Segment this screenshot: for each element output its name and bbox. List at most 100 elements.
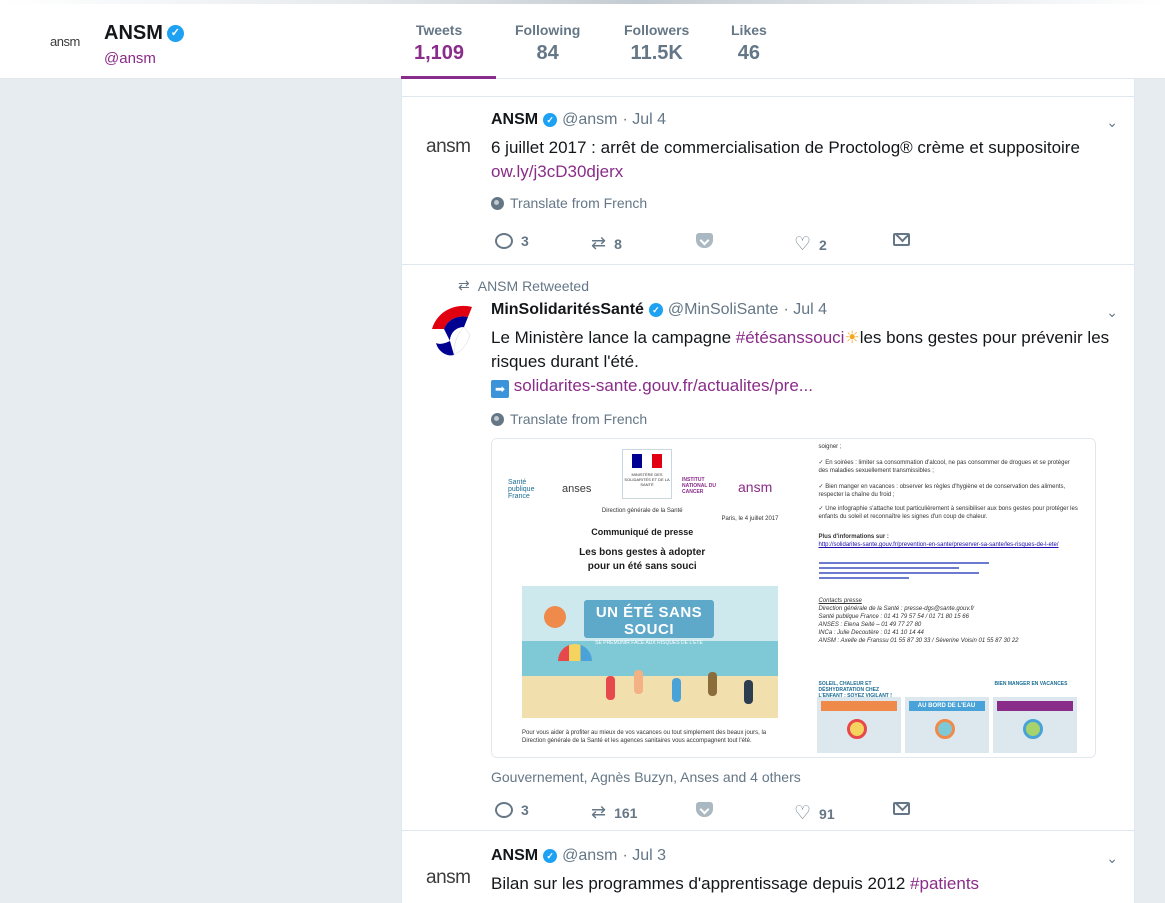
- sun-emoji-icon: ☀: [844, 328, 860, 347]
- sun-icon: [544, 606, 566, 628]
- logo-ministere: MINISTÈRE DES SOLIDARITÉS ET DE LA SANTÉ: [622, 449, 672, 499]
- tweet-text: Le Ministère lance la campagne #étésanss…: [491, 326, 1121, 398]
- like-button[interactable]: ♡ 2: [794, 233, 827, 256]
- heart-icon: ♡: [794, 234, 812, 255]
- verified-badge-icon: ✓: [543, 849, 558, 863]
- beach-person-icon: [708, 672, 717, 696]
- thumbnail-heading: BIEN MANGER EN VACANCES: [992, 679, 1077, 697]
- tweet-header: ANSM ✓ @ansm · Jul 3: [491, 847, 666, 865]
- contact-inca: INCa : Julie Decoutère : 01 41 10 14 44: [818, 630, 924, 636]
- more-info-link[interactable]: http://solidarites-sante.gouv.fr/prevent…: [819, 541, 1081, 549]
- bullet-evenings-text: En soirées : limiter sa consommation d'a…: [818, 460, 1070, 474]
- reply-button[interactable]: 3: [495, 802, 529, 818]
- tweet-avatar-text: ansm: [426, 136, 471, 157]
- thumbnail-illustration: [934, 719, 955, 739]
- tweet-avatar[interactable]: ansm: [426, 867, 471, 889]
- infographic-thumbnail: BIEN MANGER EN VACANCES: [992, 679, 1077, 753]
- like-button[interactable]: ♡ 91: [794, 802, 835, 825]
- more-info-links: [818, 559, 1019, 582]
- translate-button[interactable]: Translate from French: [491, 411, 647, 427]
- retweet-button[interactable]: ⇄ 8: [591, 233, 622, 254]
- chevron-down-icon[interactable]: ⌄: [1106, 304, 1118, 321]
- poster-subtitle: SE PRÉMUNIR FACE AUX RISQUES DE L'ÉTÉ: [595, 640, 703, 646]
- profile-nav-bar: ansm ANSM ✓ @ansm Tweets 1,109 Following…: [0, 0, 1165, 79]
- logo-ministere-text: MINISTÈRE DES SOLIDARITÉS ET DE LA SANTÉ: [624, 472, 670, 487]
- retweet-count: 8: [614, 235, 622, 252]
- tweet-author-handle[interactable]: @ansm: [562, 111, 617, 129]
- profile-handle: @ansm: [104, 50, 156, 67]
- pocket-button[interactable]: [696, 802, 713, 817]
- tweet-author-name[interactable]: ANSM: [491, 111, 538, 129]
- beach-person-icon: [672, 678, 681, 702]
- tweet-actions: 3 ⇄ 8 ♡ 2: [491, 233, 911, 255]
- retweet-count: 161: [614, 804, 638, 821]
- tweet-link[interactable]: solidarites-sante.gouv.fr/actualites/pre…: [514, 376, 813, 395]
- reply-icon: [495, 233, 513, 249]
- direct-message-button[interactable]: [893, 233, 910, 246]
- tweet-date[interactable]: · Jul 3: [622, 847, 666, 865]
- tweet-author-name[interactable]: MinSolidaritésSanté: [491, 301, 644, 319]
- hashtag-link[interactable]: #étésanssouci: [736, 328, 845, 347]
- retweet-context[interactable]: ⇄ ANSM Retweeted: [458, 277, 589, 294]
- media-tagged-users[interactable]: Gouvernement, Agnès Buzyn, Anses and 4 o…: [491, 769, 801, 785]
- tweet-avatar[interactable]: ansm: [426, 136, 471, 158]
- tab-following-count: 84: [536, 42, 559, 64]
- thumbnail-title: AU BORD DE L'EAU: [908, 701, 985, 711]
- contact-spf: Santé publique France : 01 41 79 57 54 /…: [818, 614, 969, 620]
- profile-avatar[interactable]: ansm: [50, 34, 80, 49]
- press-body: Pour vous aider à profiter au mieux de v…: [522, 730, 767, 744]
- marianne-avatar-icon[interactable]: [428, 299, 474, 359]
- verified-badge-icon: ✓: [543, 113, 558, 127]
- timeline[interactable]: ansm ANSM ✓ @ansm · Jul 4 ⌄ 6 juillet 20…: [401, 79, 1135, 903]
- tab-followers-count: 11.5K: [630, 42, 683, 64]
- press-release-page-left[interactable]: Santé publique France anses MINISTÈRE DE…: [492, 439, 793, 757]
- contact-anses: ANSES : Elena Seité – 01 49 77 27 80: [818, 622, 922, 628]
- date-line: Paris, le 4 juillet 2017: [721, 516, 779, 522]
- chevron-down-icon[interactable]: ⌄: [1106, 850, 1118, 867]
- verified-badge-icon: ✓: [166, 25, 184, 42]
- chevron-down-icon[interactable]: ⌄: [1106, 114, 1118, 131]
- tweet-media[interactable]: Santé publique France anses MINISTÈRE DE…: [491, 438, 1096, 758]
- envelope-icon: [893, 802, 910, 815]
- tweet-link[interactable]: ow.ly/j3cD30djerx: [491, 162, 623, 181]
- pocket-icon: [696, 233, 713, 248]
- hashtag-link[interactable]: #patients: [910, 874, 979, 893]
- pocket-button[interactable]: [696, 233, 713, 248]
- heart-icon: ♡: [794, 803, 812, 824]
- tweet-date[interactable]: · Jul 4: [622, 111, 666, 129]
- translate-button[interactable]: Translate from French: [491, 195, 647, 211]
- tab-likes[interactable]: Likes 46: [731, 22, 767, 65]
- tab-tweets[interactable]: Tweets 1,109: [414, 22, 464, 65]
- logo-ansm-text: ansm: [738, 479, 773, 495]
- contact-dgs: Direction générale de la Santé : presse-…: [818, 606, 975, 612]
- tweet-author-name[interactable]: ANSM: [491, 847, 538, 865]
- tweet-author-handle[interactable]: @MinSoliSante: [668, 301, 779, 319]
- tweet[interactable]: ansm ANSM ✓ @ansm · Jul 4 ⌄ 6 juillet 20…: [402, 98, 1134, 265]
- tab-followers[interactable]: Followers 11.5K: [624, 22, 689, 65]
- bullet-eat: ✓ Bien manger en vacances : observer les…: [818, 484, 1066, 498]
- bullet-infographic: ✓ Une infographie s'attache tout particu…: [818, 506, 1078, 520]
- tweet-author-handle[interactable]: @ansm: [562, 847, 617, 865]
- direct-message-button[interactable]: [893, 802, 910, 815]
- reply-button[interactable]: 3: [495, 233, 529, 249]
- thumbnail-heading: SOLEIL, CHALEUR ET DÉSHYDRATATION CHEZ L…: [816, 679, 901, 699]
- tweet-actions: 3 ⇄ 161 ♡ 91: [491, 802, 911, 824]
- retweet-icon: ⇄: [591, 233, 607, 253]
- tweet-text-before: Le Ministère lance la campagne: [491, 328, 736, 347]
- profile-name[interactable]: ANSM ✓: [104, 22, 184, 45]
- infographic-thumbnail: AU BORD DE L'EAU: [904, 679, 989, 753]
- tab-following[interactable]: Following 84: [515, 22, 580, 65]
- retweet-button[interactable]: ⇄ 161: [591, 802, 637, 823]
- retweet-icon: ⇄: [591, 802, 607, 822]
- tab-tweets-label: Tweets: [415, 22, 463, 38]
- arrow-right-icon: ➡: [491, 380, 509, 398]
- thumbnail-heading: [904, 679, 989, 697]
- tweet[interactable]: ⇄ ANSM Retweeted MinSolidaritésSanté ✓ @…: [402, 265, 1134, 831]
- tweet-date[interactable]: · Jul 4: [783, 301, 827, 319]
- tweet[interactable]: ansm ANSM ✓ @ansm · Jul 3 ⌄ Bilan sur le…: [402, 831, 1134, 903]
- press-subtitle-1: Les bons gestes à adopter: [579, 547, 706, 558]
- press-release-page-right[interactable]: soigner ; ✓ En soirées : limiter sa cons…: [792, 439, 1095, 757]
- poster-banner: UN ÉTÉ SANS SOUCI SE PRÉMUNIR FACE AUX R…: [584, 600, 714, 646]
- thumbnail-illustration: [1022, 719, 1043, 739]
- tab-followers-label: Followers: [624, 22, 690, 38]
